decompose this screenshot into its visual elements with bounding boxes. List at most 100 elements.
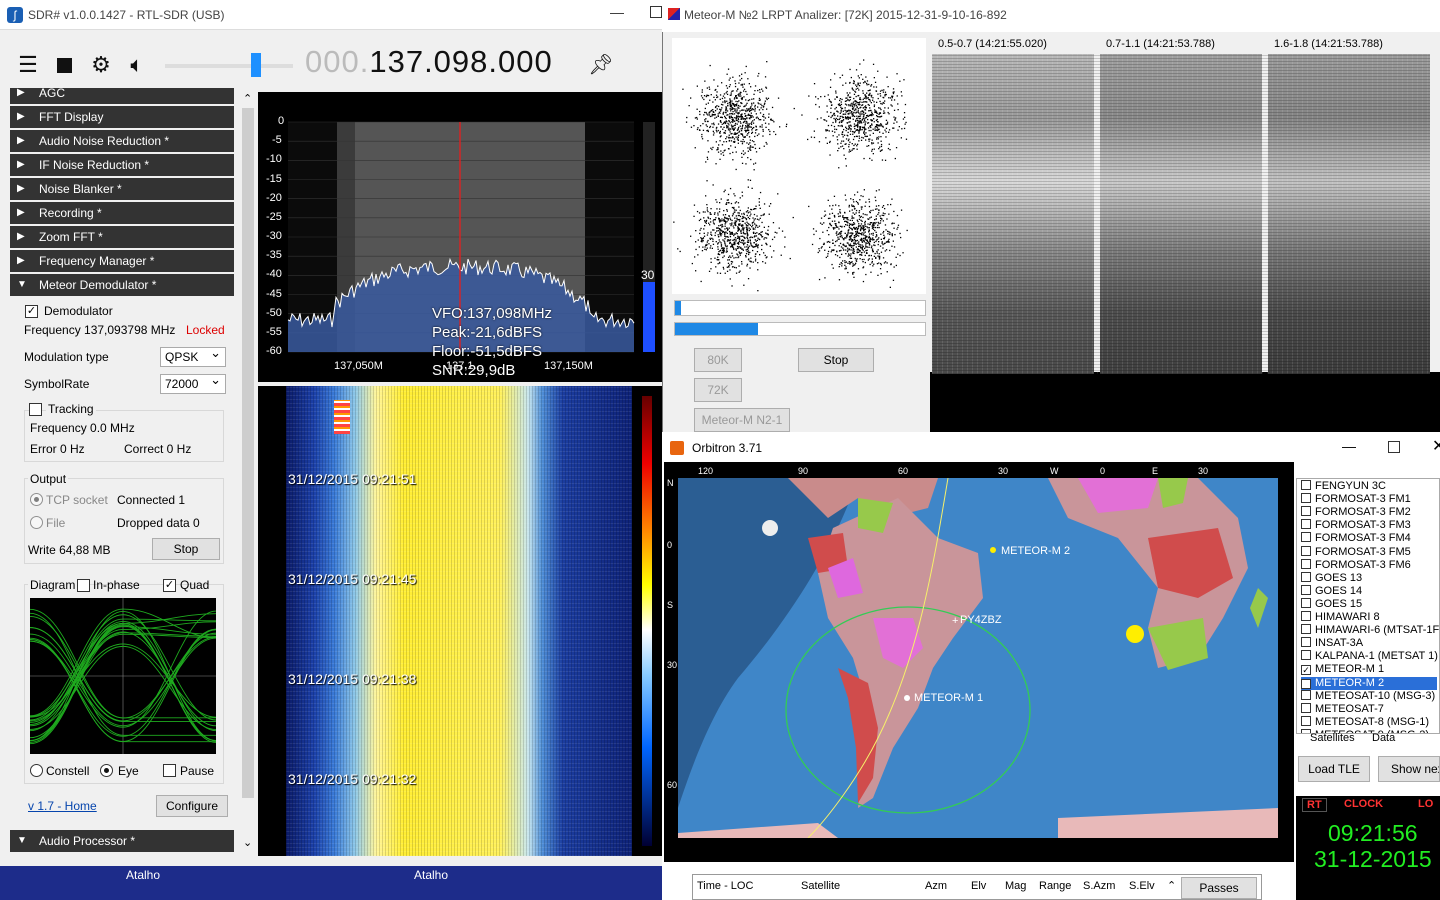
table-header[interactable]: Time - LOC <box>697 880 753 892</box>
satellite-list-item[interactable]: FORMOSAT-3 FM5 <box>1301 545 1411 559</box>
satellite-list-item[interactable]: GOES 14 <box>1301 584 1362 598</box>
80k-button[interactable]: 80K <box>694 348 742 372</box>
satellite-list-item[interactable]: ✓ METEOR-M 2 <box>1301 676 1437 690</box>
satellite-checkbox[interactable] <box>1301 611 1311 621</box>
eye-radio[interactable] <box>100 764 113 777</box>
load-tle-button[interactable]: Load TLE <box>1298 756 1370 782</box>
stop-icon[interactable] <box>52 52 78 78</box>
scroll-down-icon[interactable]: ⌄ <box>243 836 252 849</box>
satellite-list-item[interactable]: METEOSAT-10 (MSG-3) <box>1301 689 1435 703</box>
lrpt-stop-button[interactable]: Stop <box>798 348 874 372</box>
satellite-list-item[interactable]: GOES 15 <box>1301 597 1362 611</box>
minimize-icon[interactable]: — <box>610 4 624 20</box>
quad-checkbox[interactable]: ✓ <box>163 579 176 592</box>
tracking-checkbox[interactable] <box>29 403 42 416</box>
volume-slider[interactable] <box>165 53 293 77</box>
section-recording[interactable]: ▶ Recording * <box>10 202 234 224</box>
section-noise-blanker[interactable]: ▶ Noise Blanker * <box>10 178 234 200</box>
menu-icon[interactable]: ☰ <box>15 52 41 78</box>
tcp-radio[interactable] <box>30 493 43 506</box>
section-zoom-fft[interactable]: ▶ Zoom FFT * <box>10 226 234 248</box>
satellite-list-item[interactable]: FORMOSAT-3 FM4 <box>1301 532 1411 545</box>
inphase-checkbox[interactable] <box>77 579 90 592</box>
satellite-checkbox[interactable] <box>1301 480 1311 490</box>
section-agc[interactable]: ▶ AGC <box>10 88 234 104</box>
satellite-checkbox[interactable] <box>1301 650 1311 661</box>
satellite-checkbox[interactable] <box>1301 624 1311 635</box>
home-link[interactable]: v 1.7 - Home <box>28 799 97 813</box>
file-radio[interactable] <box>30 516 43 529</box>
satellite-checkbox[interactable] <box>1301 689 1311 700</box>
tab-satellites[interactable]: Satellites <box>1310 732 1355 744</box>
passes-button[interactable]: Passes <box>1181 877 1257 899</box>
satellite-list-item[interactable]: HIMAWARI 8 <box>1301 611 1380 624</box>
section-audio-noise-reduction[interactable]: ▶ Audio Noise Reduction * <box>10 130 234 152</box>
meteor-button[interactable]: Meteor-M N2-1 <box>694 408 790 432</box>
modulation-select[interactable]: QPSK <box>160 344 226 367</box>
satellite-list-item[interactable]: FENGYUN 3C <box>1301 480 1386 493</box>
world-map[interactable]: + METEOR-M 2 PY4ZBZ METEOR-M 1 <box>678 477 1278 839</box>
section-meteor-demodulator[interactable]: ▼ Meteor Demodulator * <box>10 274 234 296</box>
satellite-list[interactable]: FENGYUN 3C FORMOSAT-3 FM1 FORMOSAT-3 FM2 FO… <box>1296 478 1440 734</box>
configure-button[interactable]: Configure <box>156 795 228 817</box>
minimize-icon[interactable]: — <box>1342 438 1356 454</box>
sort-up-icon[interactable]: ⌃ <box>1167 879 1176 892</box>
satellite-checkbox[interactable] <box>1301 493 1311 504</box>
72k-button[interactable]: 72K <box>694 378 742 402</box>
output-stop-button[interactable]: Stop <box>152 538 220 560</box>
satellite-checkbox[interactable] <box>1301 702 1311 713</box>
waterfall-display[interactable]: 31/12/2015 09:21:51 31/12/2015 09:21:45 … <box>258 386 662 856</box>
table-header[interactable]: Satellite <box>801 880 840 892</box>
pause-checkbox[interactable] <box>163 764 176 777</box>
satellite-list-item[interactable]: FORMOSAT-3 FM6 <box>1301 558 1411 572</box>
satellite-checkbox[interactable] <box>1301 545 1311 556</box>
frequency-display[interactable]: 000.137.098.000 <box>305 44 553 80</box>
show-next-button[interactable]: Show next <box>1378 756 1440 782</box>
satellite-checkbox[interactable] <box>1301 571 1311 582</box>
table-header[interactable]: Range <box>1039 880 1071 892</box>
satellite-checkbox[interactable]: ✓ <box>1301 665 1311 676</box>
maximize-icon[interactable] <box>1388 441 1400 453</box>
panel-scrollbar-thumb[interactable] <box>242 108 254 798</box>
section-if-noise-reduction[interactable]: ▶ IF Noise Reduction * <box>10 154 234 176</box>
satellite-checkbox[interactable] <box>1301 715 1311 726</box>
satellite-list-item[interactable]: FORMOSAT-3 FM3 <box>1301 519 1411 532</box>
satellite-list-item[interactable]: GOES 13 <box>1301 571 1362 585</box>
table-header[interactable]: Elv <box>971 880 986 892</box>
symbolrate-select[interactable]: 72000 <box>160 371 226 394</box>
satellite-checkbox[interactable] <box>1301 506 1311 517</box>
section-fft-display[interactable]: ▶ FFT Display <box>10 106 234 128</box>
taskbar-shortcut[interactable]: Atalho <box>126 868 160 882</box>
satellite-list-item[interactable]: ✓ METEOR-M 1 <box>1301 663 1384 676</box>
scroll-up-icon[interactable]: ⌃ <box>243 92 252 105</box>
pin-icon[interactable]: 📌︎ <box>588 52 614 78</box>
speaker-icon[interactable]: 🔈︎ <box>124 52 150 78</box>
section-audio-processor[interactable]: ▼ Audio Processor * <box>10 830 234 852</box>
satellite-list-item[interactable]: FORMOSAT-3 FM1 <box>1301 493 1411 506</box>
satellite-list-item[interactable]: METEOSAT-7 <box>1301 702 1384 716</box>
close-icon[interactable]: ✕ <box>1432 436 1440 456</box>
satellite-checkbox[interactable] <box>1301 558 1311 569</box>
maximize-icon[interactable] <box>650 6 662 18</box>
constell-radio[interactable] <box>30 764 43 777</box>
satellite-list-item[interactable]: KALPANA-1 (METSAT 1) <box>1301 650 1438 663</box>
panel-scrollbar[interactable]: ⌃ ⌄ <box>240 92 256 856</box>
satellite-list-item[interactable]: INSAT-3A <box>1301 637 1363 650</box>
satellite-list-item[interactable]: METEOSAT-8 (MSG-1) <box>1301 715 1429 729</box>
table-header[interactable]: S.Azm <box>1083 880 1115 892</box>
satellite-checkbox[interactable] <box>1301 637 1311 648</box>
tab-data[interactable]: Data <box>1372 732 1395 744</box>
table-header[interactable]: S.Elv <box>1129 880 1155 892</box>
satellite-checkbox[interactable] <box>1301 532 1311 543</box>
satellite-checkbox[interactable] <box>1301 584 1311 595</box>
table-header[interactable]: Azm <box>925 880 947 892</box>
taskbar-shortcut[interactable]: Atalho <box>414 868 448 882</box>
spectrum-analyzer[interactable]: 137,050M 137,1... 137,150M 30 VFO:137,09… <box>258 92 662 382</box>
satellite-list-item[interactable]: FORMOSAT-3 FM2 <box>1301 506 1411 519</box>
gear-icon[interactable]: ⚙ <box>88 52 114 78</box>
satellite-checkbox[interactable] <box>1301 519 1311 530</box>
satellite-list-item[interactable]: HIMAWARI-6 (MTSAT-1F <box>1301 624 1439 637</box>
section-frequency-manager[interactable]: ▶ Frequency Manager * <box>10 250 234 272</box>
table-header[interactable]: Mag <box>1005 880 1026 892</box>
satellite-checkbox[interactable] <box>1301 597 1311 608</box>
